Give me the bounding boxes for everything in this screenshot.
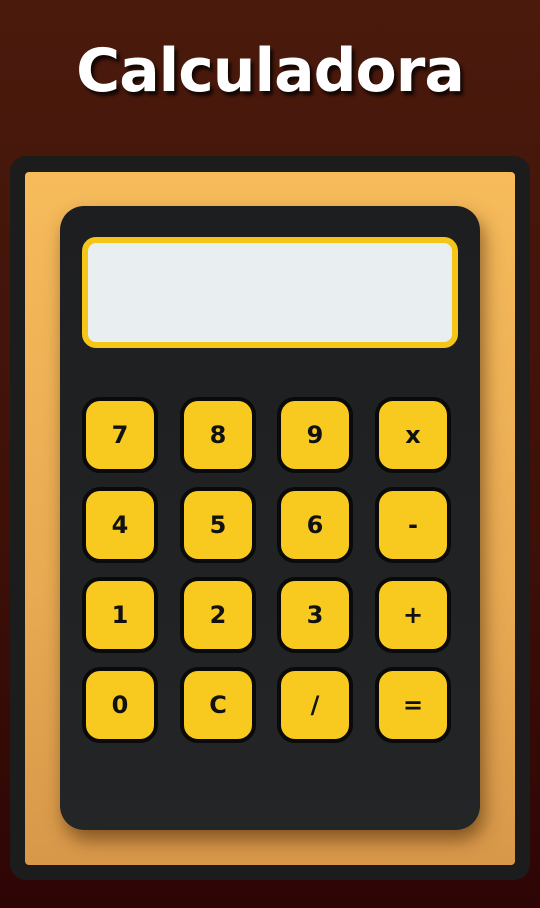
key-multiply[interactable]: x — [375, 397, 451, 473]
key-divide[interactable]: / — [277, 667, 353, 743]
key-5[interactable]: 5 — [180, 487, 256, 563]
key-4[interactable]: 4 — [82, 487, 158, 563]
key-0[interactable]: 0 — [82, 667, 158, 743]
key-2[interactable]: 2 — [180, 577, 256, 653]
key-3[interactable]: 3 — [277, 577, 353, 653]
key-clear[interactable]: C — [180, 667, 256, 743]
key-6[interactable]: 6 — [277, 487, 353, 563]
key-1[interactable]: 1 — [82, 577, 158, 653]
key-8[interactable]: 8 — [180, 397, 256, 473]
key-equals[interactable]: = — [375, 667, 451, 743]
calculator-display — [82, 237, 458, 348]
app-title: Calculadora — [76, 36, 465, 106]
key-9[interactable]: 9 — [277, 397, 353, 473]
key-7[interactable]: 7 — [82, 397, 158, 473]
key-add[interactable]: + — [375, 577, 451, 653]
key-subtract[interactable]: - — [375, 487, 451, 563]
